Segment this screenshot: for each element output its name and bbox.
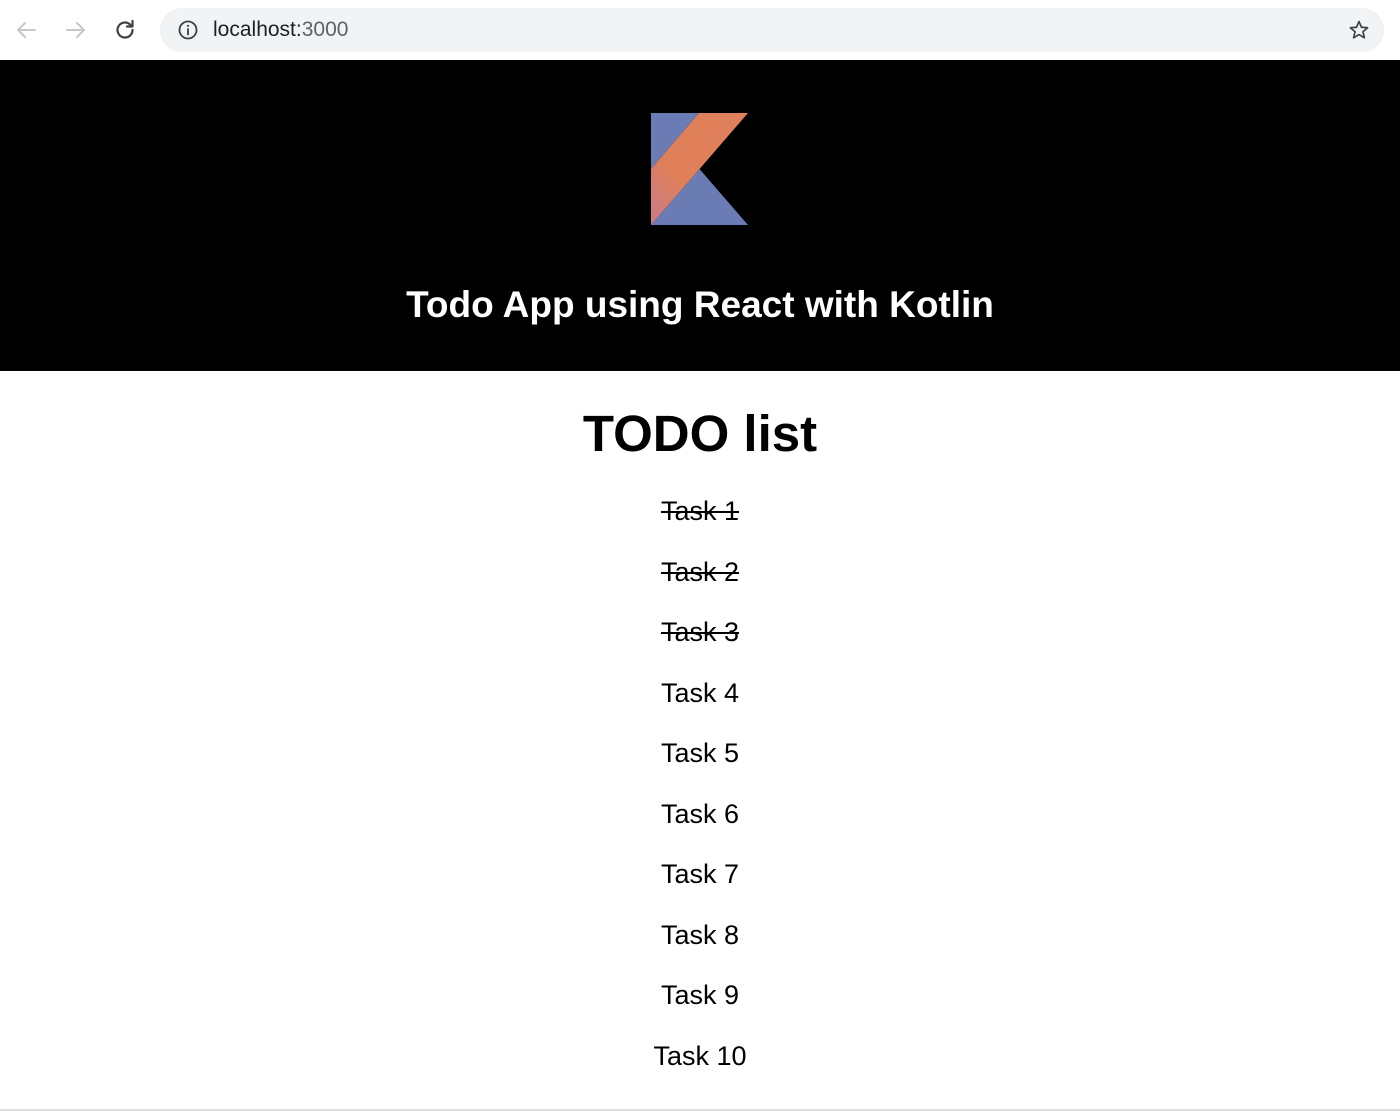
main-content: TODO list Task 1 Task 2 Task 3 Task 4 Ta… [0, 371, 1400, 1111]
header-title: Todo App using React with Kotlin [406, 284, 994, 325]
task-item[interactable]: Task 8 [0, 917, 1400, 978]
task-item[interactable]: Task 4 [0, 675, 1400, 736]
task-item[interactable]: Task 7 [0, 856, 1400, 917]
url-port: 3000 [301, 18, 349, 41]
forward-button[interactable] [62, 16, 90, 44]
url-text[interactable]: localhost:3000 [213, 18, 348, 42]
task-item[interactable]: Task 1 [0, 493, 1400, 554]
browser-toolbar: localhost:3000 [0, 0, 1400, 60]
task-item[interactable]: Task 2 [0, 554, 1400, 615]
task-label: Task 8 [660, 919, 740, 950]
task-item[interactable]: Task 5 [0, 735, 1400, 796]
task-label: Task 7 [660, 859, 740, 889]
task-label: Task 6 [660, 798, 740, 829]
task-item[interactable]: Task 3 [0, 614, 1400, 675]
arrow-left-icon [17, 22, 36, 38]
task-label: Task 9 [660, 980, 740, 1010]
bookmark-star-icon[interactable] [1348, 19, 1370, 41]
app-header: Todo App using React with Kotlin [0, 60, 1400, 371]
task-list: Task 1 Task 2 Task 3 Task 4 Task 5 Task … [0, 493, 1400, 1098]
task-label: Task 5 [660, 738, 740, 768]
url-host: localhost: [213, 18, 302, 41]
address-bar[interactable]: localhost:3000 [160, 8, 1384, 52]
task-item[interactable]: Task 6 [0, 796, 1400, 857]
task-label: Task 3 [660, 617, 740, 647]
arrow-right-icon [66, 22, 85, 38]
reload-icon [116, 19, 134, 39]
kotlin-logo-icon [651, 113, 748, 225]
task-label: Task 10 [653, 1040, 747, 1071]
reload-button[interactable] [111, 16, 139, 44]
task-item[interactable]: Task 10 [0, 1038, 1400, 1099]
task-label: Task 1 [660, 496, 740, 526]
list-heading: TODO list [582, 405, 818, 462]
info-icon[interactable] [178, 20, 198, 40]
task-label: Task 4 [660, 677, 740, 708]
task-item[interactable]: Task 9 [0, 977, 1400, 1038]
back-button[interactable] [12, 16, 40, 44]
task-label: Task 2 [660, 556, 740, 587]
